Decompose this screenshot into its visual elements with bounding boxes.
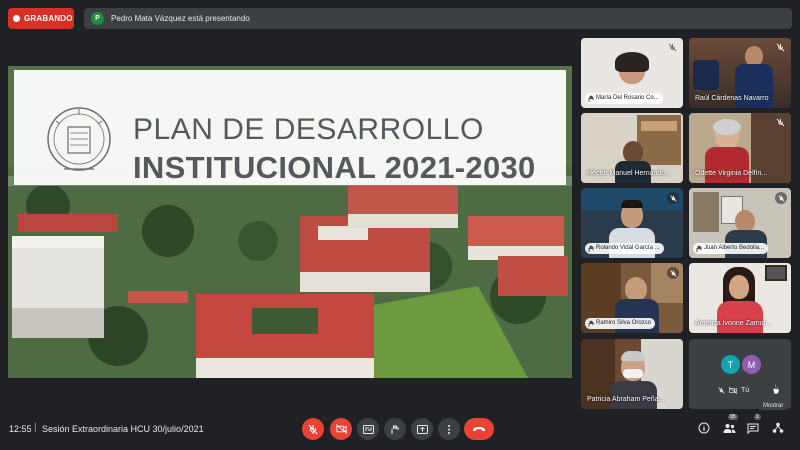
presenter-avatar: P: [91, 12, 104, 25]
mic-off-icon: [776, 43, 785, 52]
recording-label: GRABANDO: [24, 14, 73, 23]
participant-tile[interactable]: Odette Virginia Delfín...: [689, 113, 791, 183]
mic-off-icon: [667, 267, 679, 279]
self-avatar-m: M: [742, 355, 761, 374]
participant-tile[interactable]: America Ivonne Zamor...: [689, 263, 791, 333]
participant-tile[interactable]: María Del Rosario Co...: [581, 38, 683, 108]
raise-hand-icon: [588, 245, 594, 252]
mic-off-icon: [776, 118, 785, 127]
raise-hand-icon: [588, 95, 594, 102]
present-screen-icon: [416, 424, 428, 434]
slide-title-line1: PLAN DE DESARROLLO: [133, 113, 484, 146]
raise-hand-button[interactable]: [384, 418, 406, 440]
meeting-info-button[interactable]: [697, 421, 711, 435]
recording-dot-icon: [13, 15, 20, 22]
raise-hand-icon: [588, 320, 594, 327]
chat-button[interactable]: [746, 421, 760, 435]
present-screen-button[interactable]: [411, 418, 433, 440]
chat-icon: [747, 423, 759, 434]
self-you-label: Tú: [741, 387, 750, 394]
separator: |: [34, 422, 37, 433]
chat-count-badge: 1: [754, 414, 761, 420]
mic-off-icon: [667, 192, 679, 204]
recording-badge: GRABANDO: [8, 8, 74, 29]
participant-name-label: Héctor Manuel Hernando...: [587, 170, 672, 177]
self-avatar-t: T: [721, 355, 740, 374]
presenting-banner: P Pedro Mata Vázquez está presentando: [84, 8, 792, 29]
slide-title-year: 2021-2030: [384, 150, 536, 185]
mic-off-icon[interactable]: [718, 387, 725, 394]
self-tile[interactable]: T M Tú: [689, 339, 791, 409]
info-icon: [698, 422, 710, 434]
participant-tile[interactable]: Héctor Manuel Hernando...: [581, 113, 683, 183]
self-avatars: T M: [721, 355, 761, 374]
participant-name-label: Patricia Abraham Peña...: [587, 396, 665, 403]
participant-name-label: America Ivonne Zamor...: [695, 320, 772, 327]
participant-tile[interactable]: Rolando Vidal García ...: [581, 188, 683, 258]
participant-name-label: Ramiro Silva Orozco: [585, 318, 656, 329]
participant-tile[interactable]: Raúl Cárdenas Navarro: [689, 38, 791, 108]
slide-title-word: INSTITUCIONAL: [133, 150, 376, 185]
participant-name-label: Odette Virginia Delfín...: [695, 170, 768, 177]
camera-off-icon: [335, 424, 347, 434]
raise-hand-icon: [696, 245, 702, 252]
raise-hand-icon: [391, 424, 399, 434]
presentation-screen: PLAN DE DESARROLLO INSTITUCIONAL 2021-20…: [8, 66, 572, 378]
participant-tile[interactable]: Patricia Abraham Peña...: [581, 339, 683, 409]
camera-toggle-button[interactable]: [330, 418, 352, 440]
camera-off-icon[interactable]: [729, 387, 737, 394]
captions-icon: [362, 424, 374, 434]
participants-button[interactable]: [722, 421, 736, 435]
mic-off-icon: [668, 43, 677, 52]
activities-icon: [772, 422, 784, 433]
more-options-button[interactable]: [438, 418, 460, 440]
hang-up-icon: [473, 426, 485, 431]
participant-name-label: Juan Alberto Bedolla...: [693, 243, 769, 254]
university-seal-icon: [47, 107, 111, 171]
participant-name-label: Raúl Cárdenas Navarro: [695, 95, 769, 102]
slide-title-line2: INSTITUCIONAL 2021-2030: [133, 150, 536, 186]
slide-title-banner: PLAN DE DESARROLLO INSTITUCIONAL 2021-20…: [14, 70, 566, 185]
mic-off-icon: [775, 192, 787, 204]
participant-tile[interactable]: Juan Alberto Bedolla...: [689, 188, 791, 258]
captions-button[interactable]: [357, 418, 379, 440]
meeting-name: Sesión Extraordinaria HCU 30/julio/2021: [42, 424, 204, 434]
people-icon: [723, 423, 735, 433]
self-tile-controls: Tú: [712, 383, 764, 398]
mic-toggle-button[interactable]: [302, 418, 324, 440]
more-vert-icon: [448, 424, 450, 434]
clock-time: 12:55: [9, 424, 32, 434]
participant-tile[interactable]: Ramiro Silva Orozco: [581, 263, 683, 333]
activities-button[interactable]: [771, 421, 785, 435]
presenting-text: Pedro Mata Vázquez está presentando: [111, 14, 250, 23]
mic-off-icon: [308, 424, 318, 434]
leave-call-button[interactable]: [464, 418, 494, 440]
participants-count-badge: 95: [728, 414, 738, 420]
participant-name-label: Rolando Vidal García ...: [585, 243, 664, 254]
cursor-hand-icon: [772, 383, 780, 395]
participant-name-label: María Del Rosario Co...: [585, 93, 663, 104]
show-tooltip: Mostrar: [760, 402, 787, 410]
